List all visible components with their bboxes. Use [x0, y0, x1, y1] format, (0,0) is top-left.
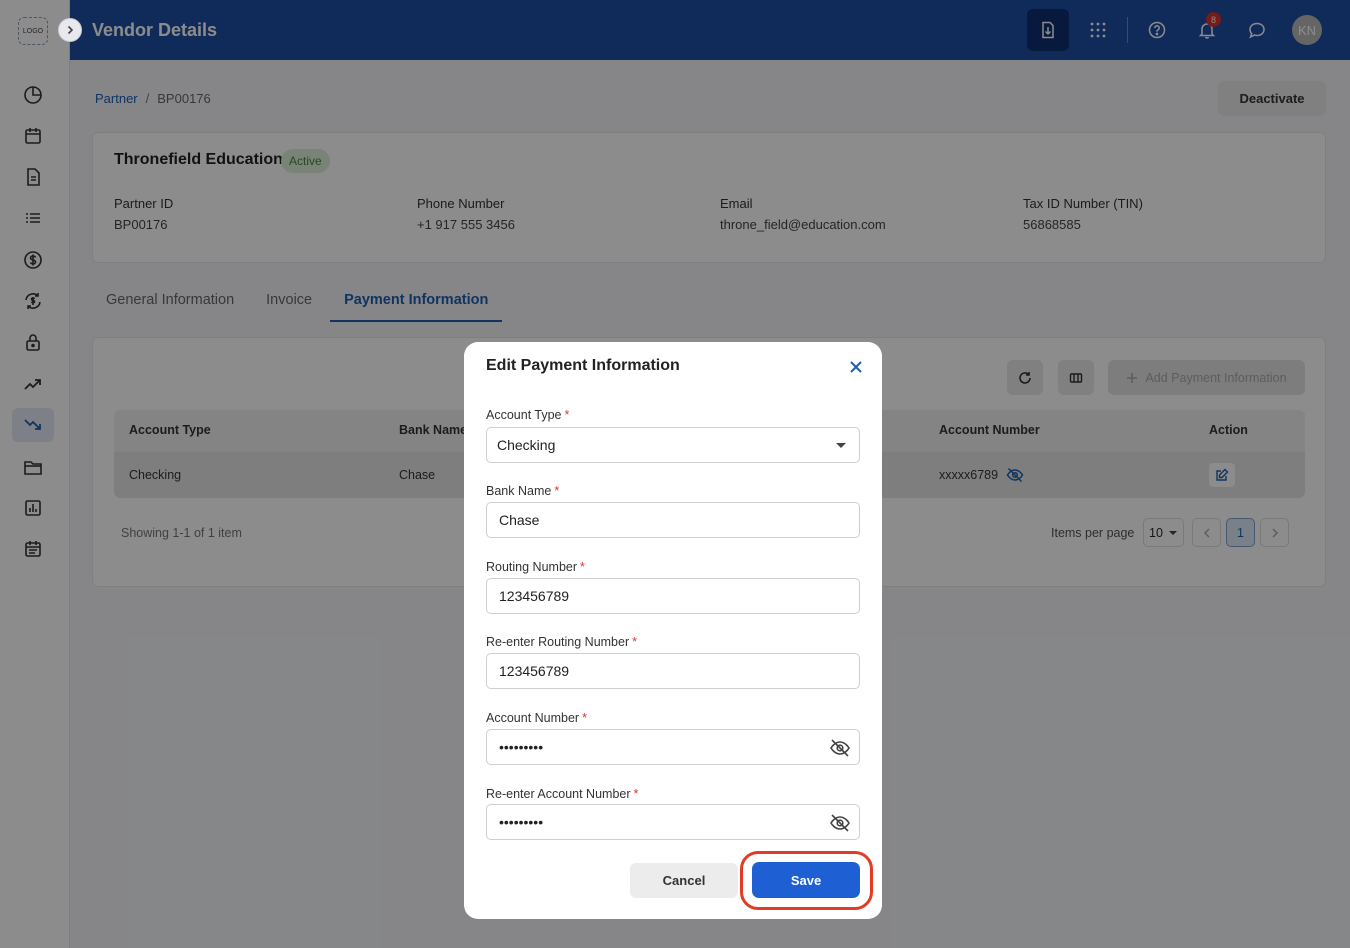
label-text: Account Number	[486, 711, 580, 725]
sidebar-expand-button[interactable]	[58, 18, 82, 42]
bank-name-input[interactable]: Chase	[486, 502, 860, 538]
bank-name-label: Bank Name *	[486, 484, 559, 498]
reenter-account-number-input[interactable]: •••••••••	[486, 804, 860, 840]
label-text: Routing Number	[486, 560, 578, 574]
chevron-right-icon	[67, 25, 74, 35]
routing-number-input[interactable]: 123456789	[486, 578, 860, 614]
label-text: Re-enter Account Number	[486, 787, 631, 801]
eye-off-icon[interactable]	[829, 812, 851, 834]
routing-number-label: Routing Number *	[486, 560, 585, 574]
label-text: Re-enter Routing Number	[486, 635, 630, 649]
routing-number-value: 123456789	[499, 588, 570, 604]
account-type-label: Account Type *	[486, 408, 569, 422]
account-number-label: Account Number *	[486, 711, 587, 725]
reenter-routing-number-label: Re-enter Routing Number *	[486, 635, 637, 649]
close-icon[interactable]	[847, 358, 865, 376]
required-mark: *	[633, 787, 639, 801]
label-text: Account Type	[486, 408, 562, 422]
reenter-account-number-masked-value: •••••••••	[499, 814, 544, 830]
bank-name-value: Chase	[499, 512, 540, 528]
chevron-down-icon	[836, 443, 846, 448]
reenter-routing-number-input[interactable]: 123456789	[486, 653, 860, 689]
label-text: Bank Name	[486, 484, 552, 498]
eye-off-icon[interactable]	[829, 737, 851, 759]
required-mark: *	[580, 560, 585, 574]
account-type-value: Checking	[497, 437, 556, 453]
required-mark: *	[564, 408, 570, 422]
reenter-account-number-label: Re-enter Account Number *	[486, 787, 638, 801]
account-type-select[interactable]: Checking	[486, 427, 860, 463]
required-mark: *	[582, 711, 587, 725]
modal-title: Edit Payment Information	[486, 357, 680, 374]
account-number-masked-value: •••••••••	[499, 739, 544, 755]
reenter-routing-number-value: 123456789	[499, 663, 570, 679]
account-number-input[interactable]: •••••••••	[486, 729, 860, 765]
save-button-highlight	[740, 851, 873, 910]
edit-payment-modal: Edit Payment Information Account Type * C…	[464, 342, 882, 919]
required-mark: *	[554, 484, 560, 498]
required-mark: *	[632, 635, 637, 649]
cancel-button[interactable]: Cancel	[630, 863, 738, 898]
